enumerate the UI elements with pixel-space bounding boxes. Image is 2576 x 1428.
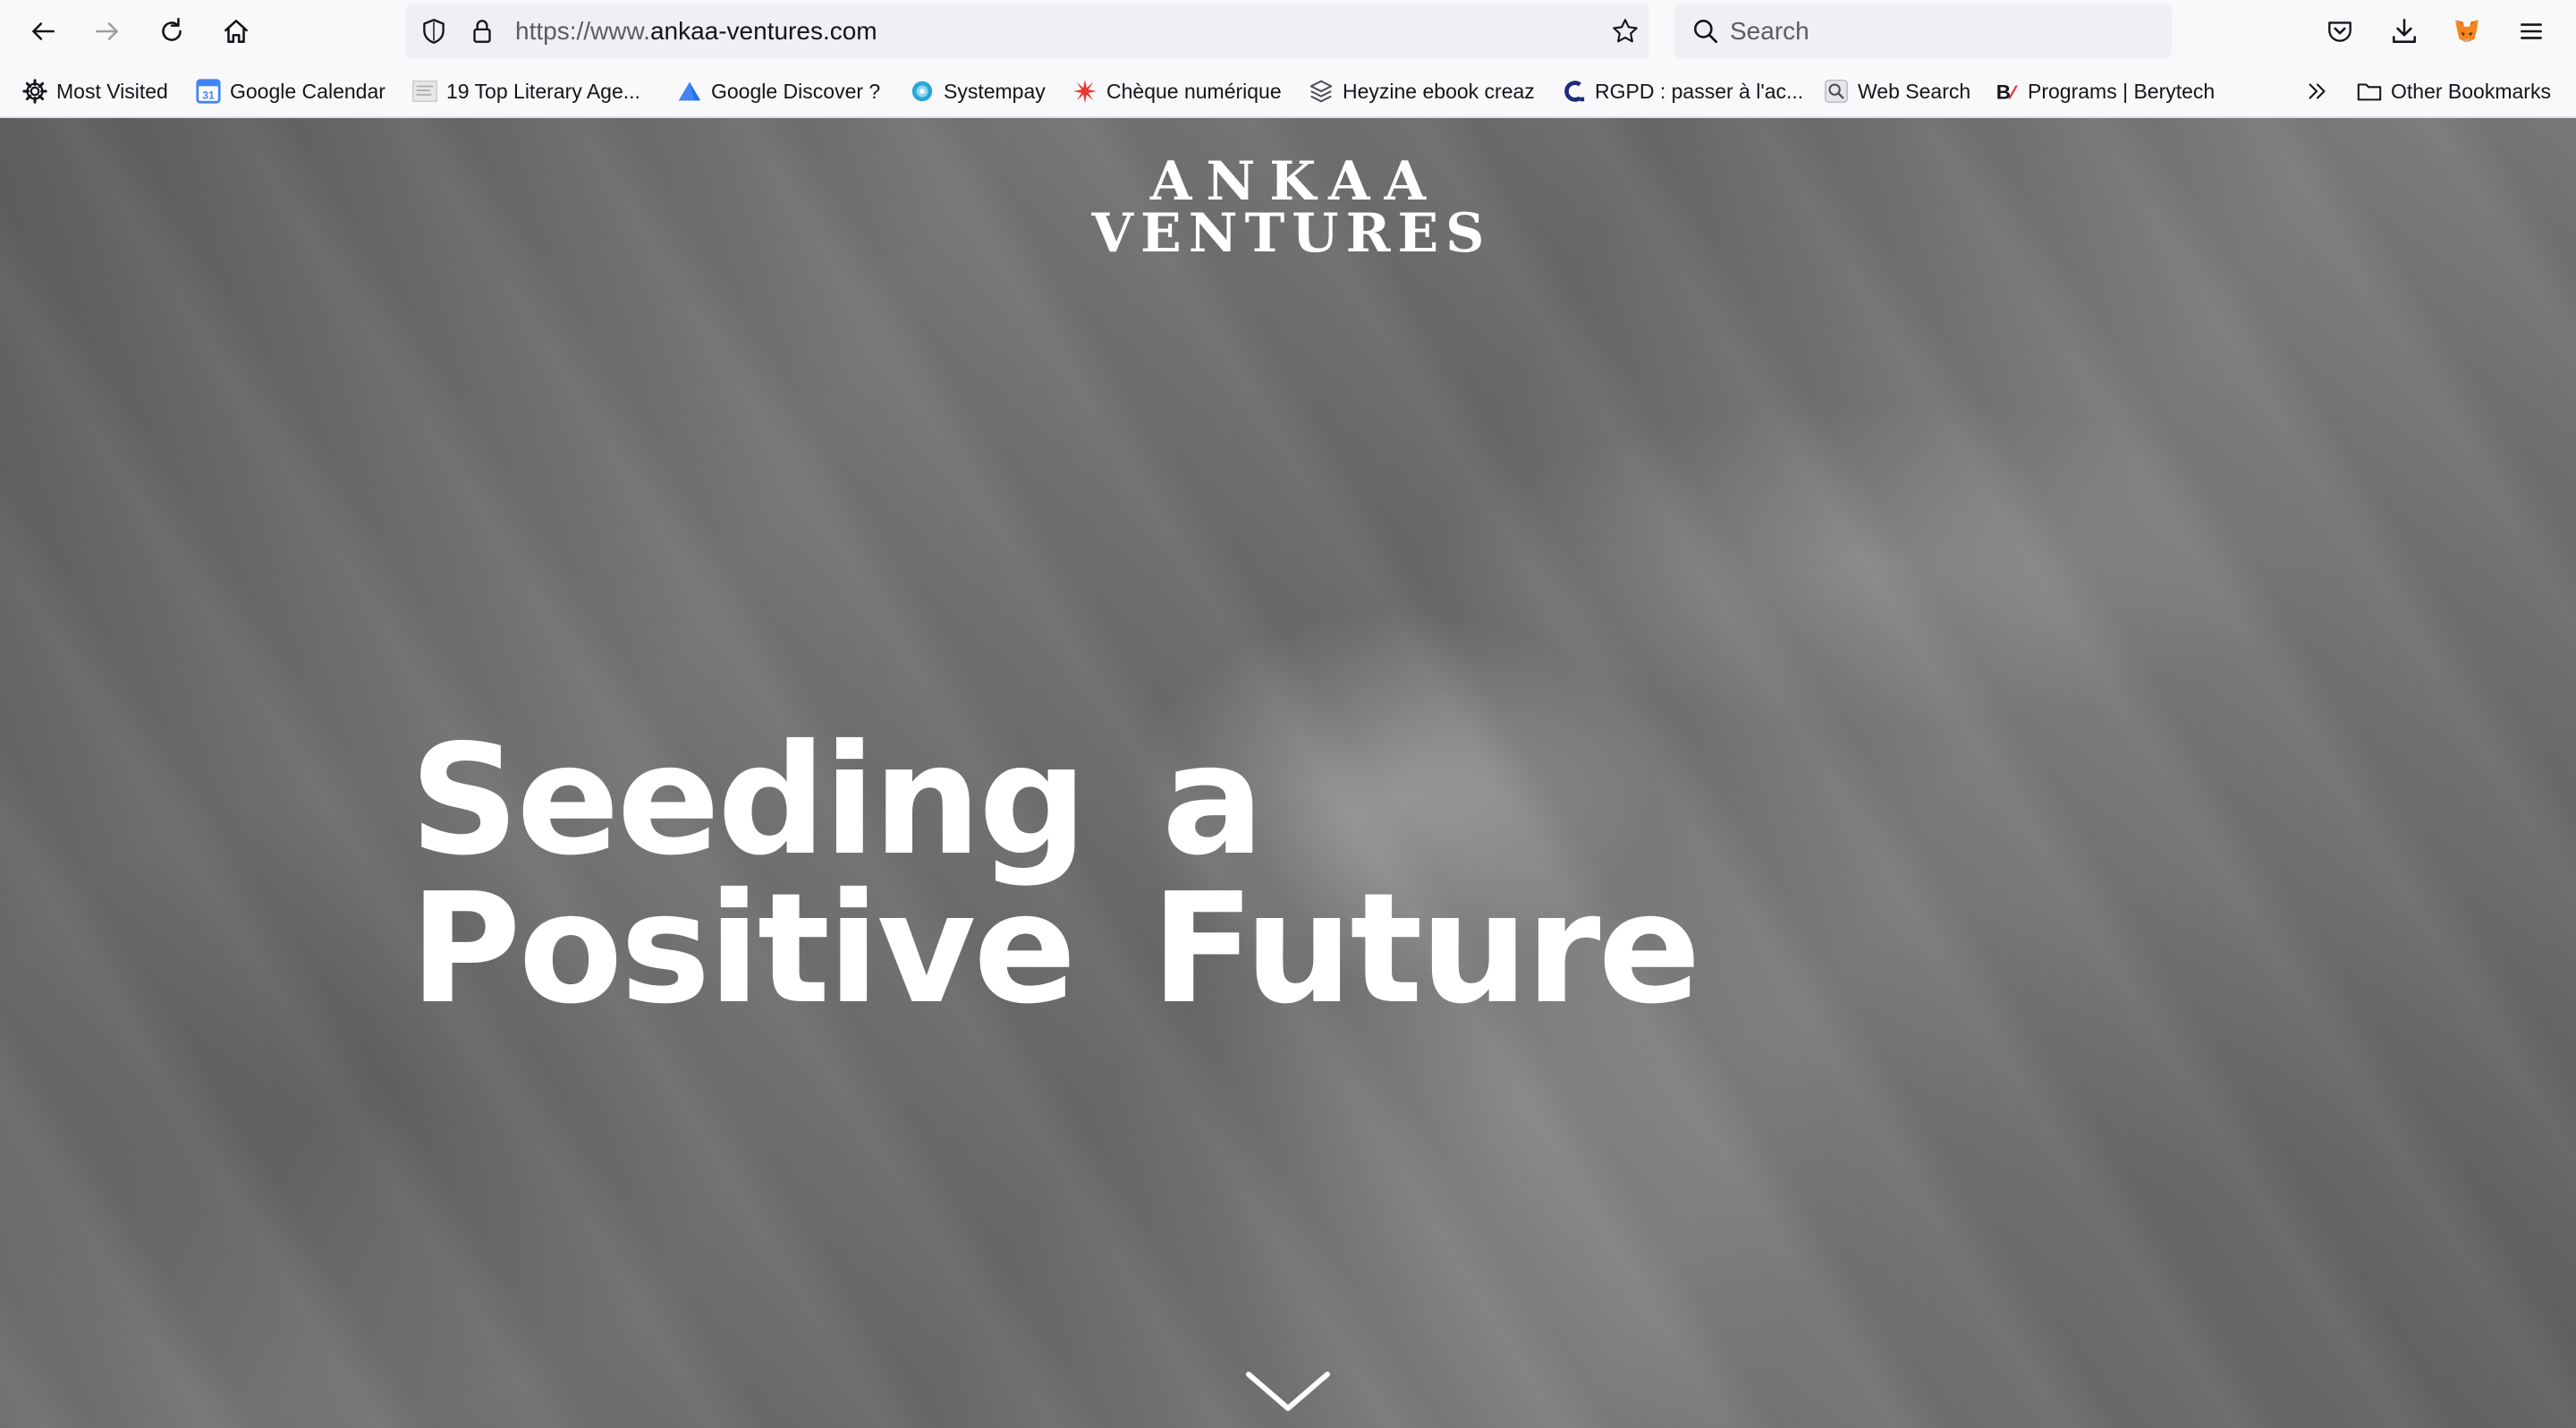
- logo-line-ankaa: ANKAA: [1149, 150, 1441, 213]
- bookmark-heyzine[interactable]: Heyzine ebook creaz: [1308, 70, 1535, 113]
- bookmark-label: RGPD : passer à l'ac...: [1595, 79, 1804, 103]
- download-icon: [2393, 18, 2416, 43]
- c-logo-icon: [1560, 78, 1587, 105]
- url-text[interactable]: https://www.ankaa-ventures.com: [515, 4, 877, 59]
- bookmark-star-icon[interactable]: [1610, 16, 1640, 47]
- reload-icon: [162, 17, 182, 41]
- calendar-icon: 31: [195, 78, 222, 105]
- browser-toolbar: https://www.ankaa-ventures.com Search: [0, 0, 2576, 63]
- bookmark-systempay[interactable]: Systempay: [909, 70, 1046, 113]
- bookmark-label: 19 Top Literary Age...: [446, 79, 640, 103]
- bookmark-label: Google Calendar: [230, 79, 386, 103]
- url-bar[interactable]: https://www.ankaa-ventures.com: [406, 4, 1649, 59]
- bookmark-google-discover[interactable]: Google Discover ?: [676, 70, 880, 113]
- url-domain: ankaa-ventures.com: [649, 17, 877, 45]
- headline-line-1: Seeding a: [410, 712, 1265, 889]
- bookmark-cheque-numerique[interactable]: Chèque numérique: [1072, 70, 1282, 113]
- home-button[interactable]: [215, 10, 258, 53]
- bookmark-google-calendar[interactable]: 31 Google Calendar: [195, 70, 386, 113]
- search-bar[interactable]: Search: [1674, 4, 2172, 59]
- chevron-down-icon[interactable]: [1243, 1365, 1333, 1415]
- starburst-icon: [1072, 78, 1098, 105]
- site-logo[interactable]: ANKAA VENTURES: [975, 150, 1601, 265]
- browser-chrome: https://www.ankaa-ventures.com Search Mo…: [0, 0, 2576, 118]
- bookmark-web-search[interactable]: Web Search: [1823, 70, 1970, 113]
- bookmark-label: Web Search: [1858, 79, 1971, 103]
- bookmarks-toolbar: Most Visited 31 Google Calendar 19 Top L…: [0, 70, 2576, 113]
- bookmark-label: Programs | Berytech: [2028, 79, 2216, 103]
- bookmark-label: Heyzine ebook creaz: [1343, 79, 1535, 103]
- hero-section: ANKAA VENTURES Seeding a Positive Future: [0, 118, 2576, 1428]
- bookmark-label: Google Discover ?: [711, 79, 881, 103]
- bookmark-most-visited[interactable]: Most Visited: [21, 70, 168, 113]
- bookmark-berytech[interactable]: B Programs | Berytech: [1993, 70, 2215, 113]
- bookmark-label: Most Visited: [56, 79, 168, 103]
- forward-arrow-icon: [96, 22, 118, 40]
- home-icon: [225, 20, 248, 43]
- bookmark-label: Chèque numérique: [1106, 79, 1282, 103]
- triangle-icon: [676, 78, 703, 105]
- b-logo-icon: B: [1993, 78, 2020, 105]
- hero-headline: Seeding a Positive Future: [410, 712, 1701, 1038]
- search-icon: [1694, 20, 1718, 44]
- other-bookmarks-label: Other Bookmarks: [2391, 79, 2551, 103]
- gear-icon: [21, 78, 48, 105]
- app-menu-button[interactable]: [2510, 10, 2553, 53]
- pocket-icon: [2328, 21, 2351, 42]
- back-arrow-icon: [32, 22, 55, 40]
- bookmark-label: Systempay: [944, 79, 1046, 103]
- metamask-fox-icon: [2454, 20, 2479, 42]
- hamburger-menu-icon: [2521, 23, 2542, 39]
- bookmark-literary-agents[interactable]: 19 Top Literary Age...: [411, 70, 640, 113]
- bookmarks-overflow-button[interactable]: [2304, 70, 2339, 113]
- double-chevron-right-icon: [2304, 78, 2331, 105]
- pocket-button[interactable]: [2318, 10, 2361, 53]
- downloads-button[interactable]: [2383, 10, 2426, 53]
- layers-icon: [1308, 78, 1335, 105]
- other-bookmarks-folder[interactable]: Other Bookmarks: [2356, 70, 2551, 113]
- search-box-icon: [1823, 78, 1850, 105]
- svg-text:B: B: [1996, 81, 2011, 103]
- metamask-extension-button[interactable]: [2445, 10, 2488, 53]
- reload-button[interactable]: [150, 10, 193, 53]
- bookmark-rgpd[interactable]: RGPD : passer à l'ac...: [1560, 70, 1803, 113]
- headline-line-2: Positive Future: [410, 861, 1701, 1038]
- url-scheme-prefix: https://www.: [515, 17, 650, 45]
- globe-icon: [909, 78, 936, 105]
- svg-text:31: 31: [202, 89, 215, 101]
- logo-line-ventures: VENTURES: [1091, 202, 1492, 265]
- lock-icon[interactable]: [467, 16, 497, 47]
- folder-icon: [2356, 78, 2383, 105]
- page-thumbnail-icon: [411, 78, 438, 105]
- forward-button[interactable]: [86, 10, 129, 53]
- search-placeholder: Search: [1730, 17, 1809, 45]
- shield-icon[interactable]: [419, 16, 449, 47]
- back-button[interactable]: [21, 10, 64, 53]
